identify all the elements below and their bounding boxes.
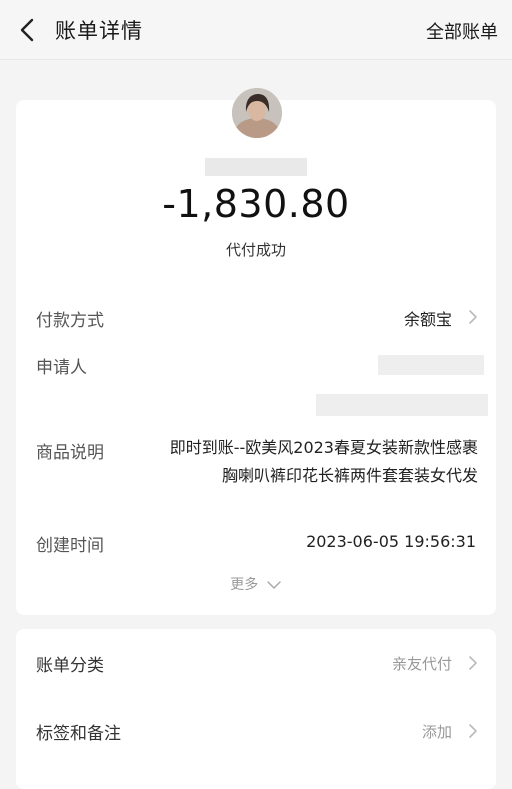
payee-name-redacted	[205, 158, 307, 176]
more-label: 更多	[230, 577, 259, 593]
bill-status: 代付成功	[225, 241, 286, 259]
more-toggle[interactable]: 更多	[16, 574, 496, 594]
product-desc-line2: 胸喇叭裤印花长裤两件套套装女代发	[221, 466, 478, 485]
chevron-right-icon[interactable]	[468, 655, 478, 671]
product-desc-label: 商品说明	[36, 443, 104, 463]
created-time-label: 创建时间	[36, 536, 104, 556]
product-desc-value: 即时到账--欧美风2023春夏女装新款性感裹 胸喇叭裤印花长裤两件套套装女代发	[128, 434, 478, 490]
bill-actions-card: 账单分类 亲友代付 标签和备注 添加	[16, 629, 496, 789]
payment-method-label: 付款方式	[36, 311, 104, 331]
page-title: 账单详情	[55, 19, 143, 43]
category-label: 账单分类	[36, 656, 104, 676]
chevron-down-icon	[266, 581, 281, 589]
avatar	[232, 88, 282, 138]
chevron-right-icon[interactable]	[468, 723, 478, 739]
tags-value[interactable]: 添加	[422, 721, 452, 742]
chevron-right-icon[interactable]	[468, 309, 478, 325]
category-value[interactable]: 亲友代付	[392, 653, 452, 674]
back-icon[interactable]	[14, 14, 42, 46]
avatar-image	[232, 88, 282, 138]
all-bills-link[interactable]: 全部账单	[426, 18, 498, 44]
tags-label: 标签和备注	[36, 724, 121, 744]
top-bar: 账单详情 全部账单	[0, 0, 512, 60]
created-time-value: 2023-06-05 19:56:31	[306, 532, 476, 551]
applicant-label: 申请人	[36, 358, 87, 378]
applicant-detail-redacted	[316, 394, 488, 416]
bill-detail-card: -1,830.80 代付成功 付款方式 余额宝 申请人 商品说明 即时到账--欧…	[16, 88, 496, 615]
payment-method-value[interactable]: 余额宝	[404, 306, 452, 330]
product-desc-line1: 即时到账--欧美风2023春夏女装新款性感裹	[169, 438, 478, 457]
applicant-redacted	[378, 355, 484, 375]
bill-amount: -1,830.80	[162, 182, 350, 226]
